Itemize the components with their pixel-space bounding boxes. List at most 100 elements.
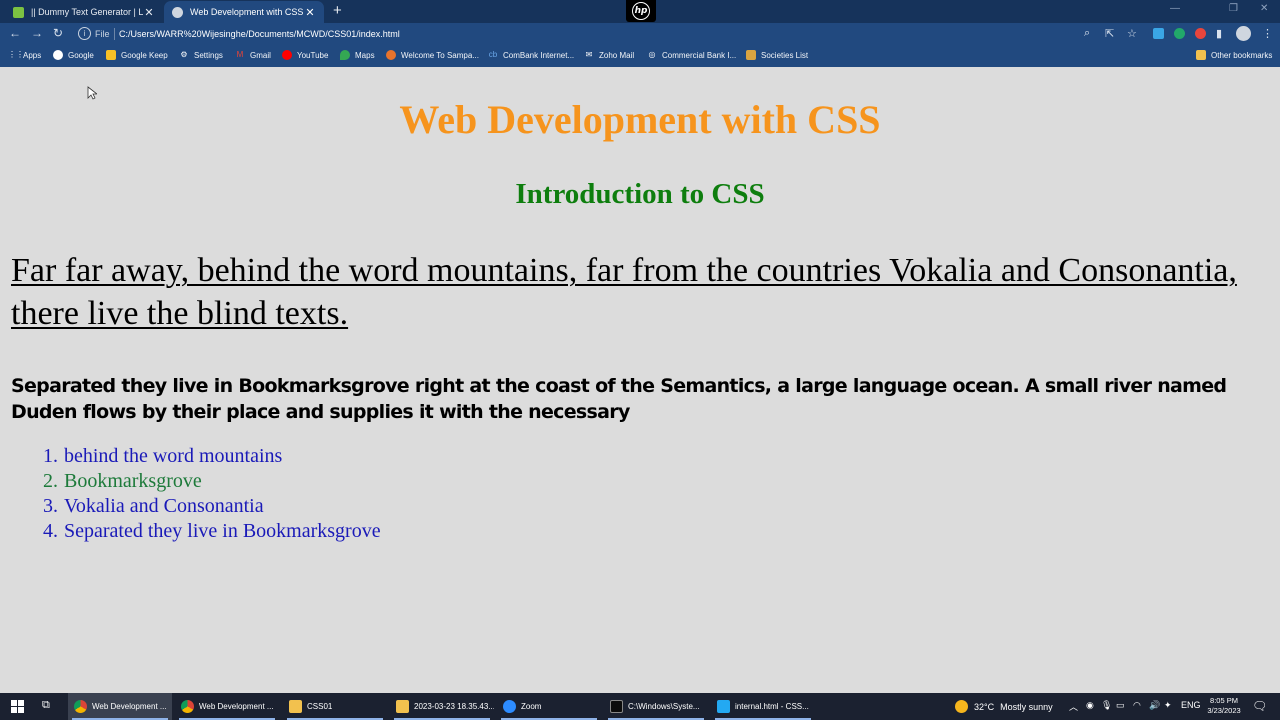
weather-widget[interactable]: 32°C Mostly sunny <box>955 700 1053 713</box>
location-icon[interactable]: ◉ <box>1086 700 1094 711</box>
share-icon[interactable]: ⇱ <box>1105 27 1114 40</box>
bookmark-combank[interactable]: cb ComBank Internet... <box>488 50 574 60</box>
taskbar-app-label: Web Development ... <box>199 702 274 711</box>
bookmark-societies-list[interactable]: Societies List <box>746 50 808 60</box>
extension-icon[interactable] <box>1153 28 1164 39</box>
list-item: 1. behind the word mountains <box>43 444 381 469</box>
body-paragraph: Separated they live in Bookmarksgrove ri… <box>11 375 1227 423</box>
weather-condition: Mostly sunny <box>1000 701 1053 712</box>
zoho-icon: ✉ <box>585 50 593 59</box>
list-item-text: Bookmarksgrove <box>64 470 202 492</box>
wifi-icon[interactable]: ◠ <box>1133 700 1141 711</box>
taskbar-app-chrome-1[interactable]: Web Development ... <box>68 693 172 720</box>
list-item: 4. Separated they live in Bookmarksgrove <box>43 519 381 544</box>
taskbar-app-vscode[interactable]: internal.html - CSS... <box>711 693 815 720</box>
taskbar-app-label: 2023-03-23 18.35.43... <box>414 702 494 711</box>
sun-cloud-icon <box>955 700 968 713</box>
address-scheme-label: File <box>95 29 110 39</box>
list-item-text: behind the word mountains <box>64 445 283 467</box>
bookmark-settings[interactable]: ⚙ Settings <box>179 50 223 60</box>
back-arrow-icon[interactable]: ← <box>9 26 21 40</box>
tab-close-icon[interactable]: ✕ <box>143 6 155 19</box>
window-close-icon[interactable]: ✕ <box>1260 3 1268 14</box>
volume-icon[interactable]: 🔊 <box>1149 700 1160 711</box>
bookmark-google-keep[interactable]: Google Keep <box>106 50 168 60</box>
bookmark-gmail[interactable]: M Gmail <box>235 50 271 60</box>
taskbar-app-command-prompt[interactable]: C:\Windows\Syste... <box>604 693 708 720</box>
taskbar-app-label: internal.html - CSS... <box>735 702 809 711</box>
keep-icon <box>106 50 116 60</box>
bookmark-label: Apps <box>23 50 42 60</box>
grammarly-icon[interactable] <box>1174 28 1185 39</box>
chrome-icon <box>74 700 87 713</box>
zoom-magnifier-icon[interactable]: ⌕ <box>1084 27 1090 40</box>
bookmark-label: Maps <box>355 50 375 60</box>
gear-icon: ⚙ <box>180 50 188 59</box>
restore-icon[interactable]: ❐ <box>1229 3 1238 14</box>
page-title: Web Development with CSS <box>399 97 881 142</box>
system-clock[interactable]: 8:05 PM 3/23/2023 <box>1202 696 1246 716</box>
sampath-icon <box>386 50 396 60</box>
hp-logo: hp <box>626 0 656 22</box>
forward-arrow-icon[interactable]: → <box>31 26 43 40</box>
bookmark-label: Other bookmarks <box>1211 50 1273 60</box>
battery-icon[interactable]: ▭ <box>1116 700 1125 711</box>
bookmark-label: Gmail <box>250 50 271 60</box>
info-icon[interactable]: i <box>78 27 91 40</box>
societies-icon <box>746 50 756 60</box>
task-view-icon[interactable]: ⧉ <box>42 699 50 712</box>
list-item-number: 1. <box>43 445 58 467</box>
windows-start-icon[interactable] <box>11 700 24 713</box>
new-tab-button[interactable]: + <box>333 2 342 19</box>
list-item-number: 3. <box>43 495 58 517</box>
taskbar-app-label: Web Development ... <box>92 702 167 711</box>
bookmark-youtube[interactable]: YouTube <box>282 50 328 60</box>
list-item-number: 2. <box>43 470 58 492</box>
dropbox-icon[interactable]: ✦ <box>1164 700 1172 711</box>
youtube-icon <box>282 50 292 60</box>
apps-grid-icon: ⋮⋮ <box>8 50 24 59</box>
bookmark-star-icon[interactable]: ☆ <box>1127 27 1137 40</box>
extension-icon[interactable] <box>1195 28 1206 39</box>
ordered-list: 1. behind the word mountains 2. Bookmarksg… <box>43 444 381 544</box>
weather-temperature: 32°C <box>974 701 995 712</box>
bookmark-apps[interactable]: ⋮⋮ Apps <box>8 50 41 60</box>
list-item: 3. Vokalia and Consonantia <box>43 494 381 519</box>
chevron-up-icon[interactable]: ︿ <box>1069 700 1078 713</box>
taskbar-app-chrome-2[interactable]: Web Development ... <box>175 693 279 720</box>
tab-close-icon[interactable]: ✕ <box>304 6 316 19</box>
notification-icon[interactable]: 🗨 <box>1252 699 1267 713</box>
bookmark-label: Welcome To Sampa... <box>401 50 479 60</box>
bookmark-google[interactable]: Google <box>53 50 94 60</box>
profile-avatar[interactable] <box>1236 26 1251 41</box>
taskbar-app-css01-folder[interactable]: CSS01 <box>283 693 387 720</box>
clock-time: 8:05 PM <box>1210 696 1238 705</box>
taskbar-app-recording-folder[interactable]: 2023-03-23 18.35.43... <box>390 693 494 720</box>
address-bar-url[interactable]: C:/Users/WARR%20Wijesinghe/Documents/MCW… <box>119 29 400 39</box>
side-panel-icon[interactable]: ▮ <box>1216 27 1222 40</box>
combank-icon: cb <box>488 50 498 59</box>
bookmark-sampath[interactable]: Welcome To Sampa... <box>386 50 479 60</box>
language-indicator[interactable]: ENG <box>1181 700 1201 710</box>
folder-icon <box>1196 50 1206 60</box>
taskbar-app-label: CSS01 <box>307 702 333 711</box>
tab-web-development[interactable]: Web Development with CSS ✕ <box>164 1 324 23</box>
microphone-icon[interactable]: 🎙 <box>1101 700 1112 711</box>
folder-icon <box>289 700 302 713</box>
bookmark-label: Google Keep <box>121 50 168 60</box>
bookmark-maps[interactable]: Maps <box>340 50 375 60</box>
bookmark-zoho-mail[interactable]: ✉ Zoho Mail <box>584 50 634 60</box>
globe-icon: ◎ <box>648 50 656 59</box>
chrome-favicon-icon <box>172 6 183 18</box>
folder-icon <box>396 700 409 713</box>
reload-icon[interactable]: ↻ <box>53 26 63 40</box>
tab-dummy-text-generator[interactable]: || Dummy Text Generator | Lorem Ipsum ✕ <box>5 1 163 23</box>
vscode-icon <box>717 700 730 713</box>
bookmark-other-bookmarks[interactable]: Other bookmarks <box>1196 50 1272 60</box>
hp-logo-text: hp <box>632 2 650 20</box>
taskbar-app-zoom[interactable]: Zoom <box>497 693 601 720</box>
menu-kebab-icon[interactable]: ⋮ <box>1262 27 1273 40</box>
clock-date: 3/23/2023 <box>1207 706 1241 715</box>
bookmark-commercial-bank[interactable]: ◎ Commercial Bank I... <box>647 50 737 60</box>
minimize-icon[interactable]: — <box>1170 3 1180 14</box>
